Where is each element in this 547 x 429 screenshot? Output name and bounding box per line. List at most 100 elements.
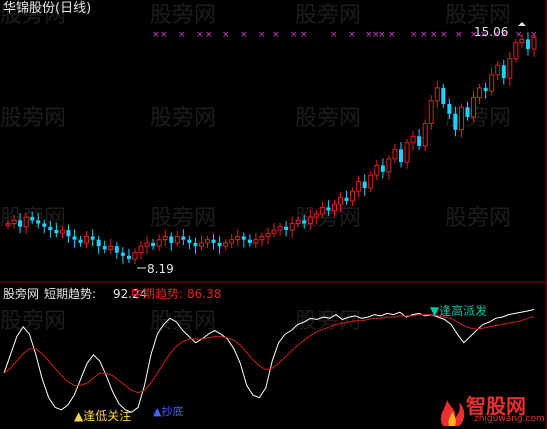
candle-body-up xyxy=(331,203,337,212)
candle-body-down xyxy=(48,226,53,230)
candle-body-down xyxy=(525,39,530,50)
candle-body-down xyxy=(380,165,385,172)
chart-title: 华锦股份(日线) xyxy=(3,1,92,16)
watermark-text: 股旁网 xyxy=(0,106,66,131)
candle-body-up xyxy=(513,42,519,60)
candle-body-down xyxy=(417,136,422,146)
candle-body-down xyxy=(102,246,107,250)
candle-body-up xyxy=(477,87,483,99)
candle-body-up xyxy=(471,97,477,118)
candle-body-down xyxy=(42,223,47,227)
candle-body-up xyxy=(174,235,180,244)
candle-body-down xyxy=(453,113,458,130)
signal-marker: × xyxy=(348,30,356,40)
candle-body-down xyxy=(169,236,174,243)
candle-body-down xyxy=(187,239,192,243)
candle-body-down xyxy=(284,226,289,230)
candle-body-up xyxy=(5,223,11,226)
candle-body-up xyxy=(392,148,398,160)
signal-marker: × xyxy=(222,30,230,40)
watch-signal-label: ▲逢低关注 xyxy=(74,409,132,423)
buy-signal-label: ▲抄底 xyxy=(153,405,184,418)
candle-body-up xyxy=(489,74,495,92)
candle-body-down xyxy=(18,220,23,227)
candle-body-up xyxy=(434,87,440,102)
candle-body-up xyxy=(235,235,241,241)
candle-body-up xyxy=(428,100,434,124)
candle-body-up xyxy=(265,232,271,237)
high-price-label: 15.06 xyxy=(474,25,509,39)
candle-body-down xyxy=(447,104,452,114)
candle-body-down xyxy=(241,236,246,240)
candle-body-up xyxy=(368,174,374,189)
candle-body-down xyxy=(193,242,198,247)
candle-body-up xyxy=(338,197,344,205)
indicator-name: 股旁网 xyxy=(3,287,40,301)
chart-canvas: 股旁网 股旁网 股旁网 股旁网股旁网 股旁网 股旁网 股旁网股旁网 股旁网 股旁网 股旁网股旁网股… xyxy=(0,0,547,429)
signal-marker: × xyxy=(430,30,438,40)
candle-body-up xyxy=(23,216,29,228)
candle-body-up xyxy=(531,36,537,50)
candle-body-up xyxy=(271,229,277,234)
candle-body-up xyxy=(162,235,168,241)
candle-body-up xyxy=(253,239,259,244)
candle-body-up xyxy=(277,226,283,231)
candle-body-up xyxy=(422,122,428,147)
candle-body-up xyxy=(307,216,313,225)
candle-body-up xyxy=(350,190,356,202)
candle-body-down xyxy=(151,242,156,247)
candle-body-down xyxy=(483,87,488,92)
candle-body-up xyxy=(132,252,138,260)
candle-body-up xyxy=(319,206,325,215)
mid-trend-value: 86.38 xyxy=(187,287,222,301)
signal-marker: × xyxy=(290,30,298,40)
watermark-text: 股旁网 xyxy=(0,309,66,334)
watermark-text: 股旁网 xyxy=(150,3,216,28)
candle-body-down xyxy=(96,239,101,247)
candle-body-down xyxy=(302,220,307,224)
watermark-text: 股旁网 xyxy=(445,206,511,231)
candle-body-down xyxy=(217,242,222,247)
candle-body-up xyxy=(108,245,114,250)
signal-marker: × xyxy=(300,30,308,40)
signal-marker: × xyxy=(258,30,266,40)
sell-signal-label: ▼逢高派发 xyxy=(430,304,488,318)
candle-body-down xyxy=(398,149,403,163)
signal-marker: × xyxy=(440,30,448,40)
signal-marker: × xyxy=(330,30,338,40)
candle-body-down xyxy=(30,217,35,221)
candle-body-up xyxy=(295,219,301,225)
watermark-text: 股旁网 xyxy=(150,206,216,231)
signal-marker: × xyxy=(388,30,396,40)
signal-marker: × xyxy=(240,30,248,40)
candle-body-up xyxy=(507,58,513,79)
mid-trend-label: 中期趋势: xyxy=(131,287,184,301)
candle-body-up xyxy=(404,142,410,163)
candle-body-up xyxy=(313,213,319,218)
candle-body-up xyxy=(356,181,362,192)
candle-body-down xyxy=(54,230,59,234)
candle-body-down xyxy=(362,181,367,188)
candle-body-down xyxy=(247,239,252,243)
candle-body-down xyxy=(344,197,349,201)
candle-body-up xyxy=(205,239,211,244)
candle-body-down xyxy=(78,239,83,243)
candle-body-up xyxy=(138,245,144,254)
candle-body-up xyxy=(11,219,17,225)
candle-body-up xyxy=(229,239,235,244)
candle-body-down xyxy=(114,246,119,253)
candle-body-down xyxy=(465,107,470,117)
signal-marker: × xyxy=(272,30,280,40)
candle-body-down xyxy=(90,236,95,240)
candle-body-up xyxy=(223,242,229,247)
signal-marker: × xyxy=(420,30,428,40)
candle-body-down xyxy=(126,255,131,260)
short-trend-label: 短期趋势: xyxy=(44,287,97,301)
signal-marker: × xyxy=(160,30,168,40)
signal-marker: × xyxy=(152,30,160,40)
watermark-text: 股旁网 xyxy=(295,3,361,28)
high-arrow xyxy=(518,22,526,26)
candle-body-up xyxy=(374,164,380,176)
candle-body-up xyxy=(495,64,501,76)
signal-marker: × xyxy=(178,30,186,40)
